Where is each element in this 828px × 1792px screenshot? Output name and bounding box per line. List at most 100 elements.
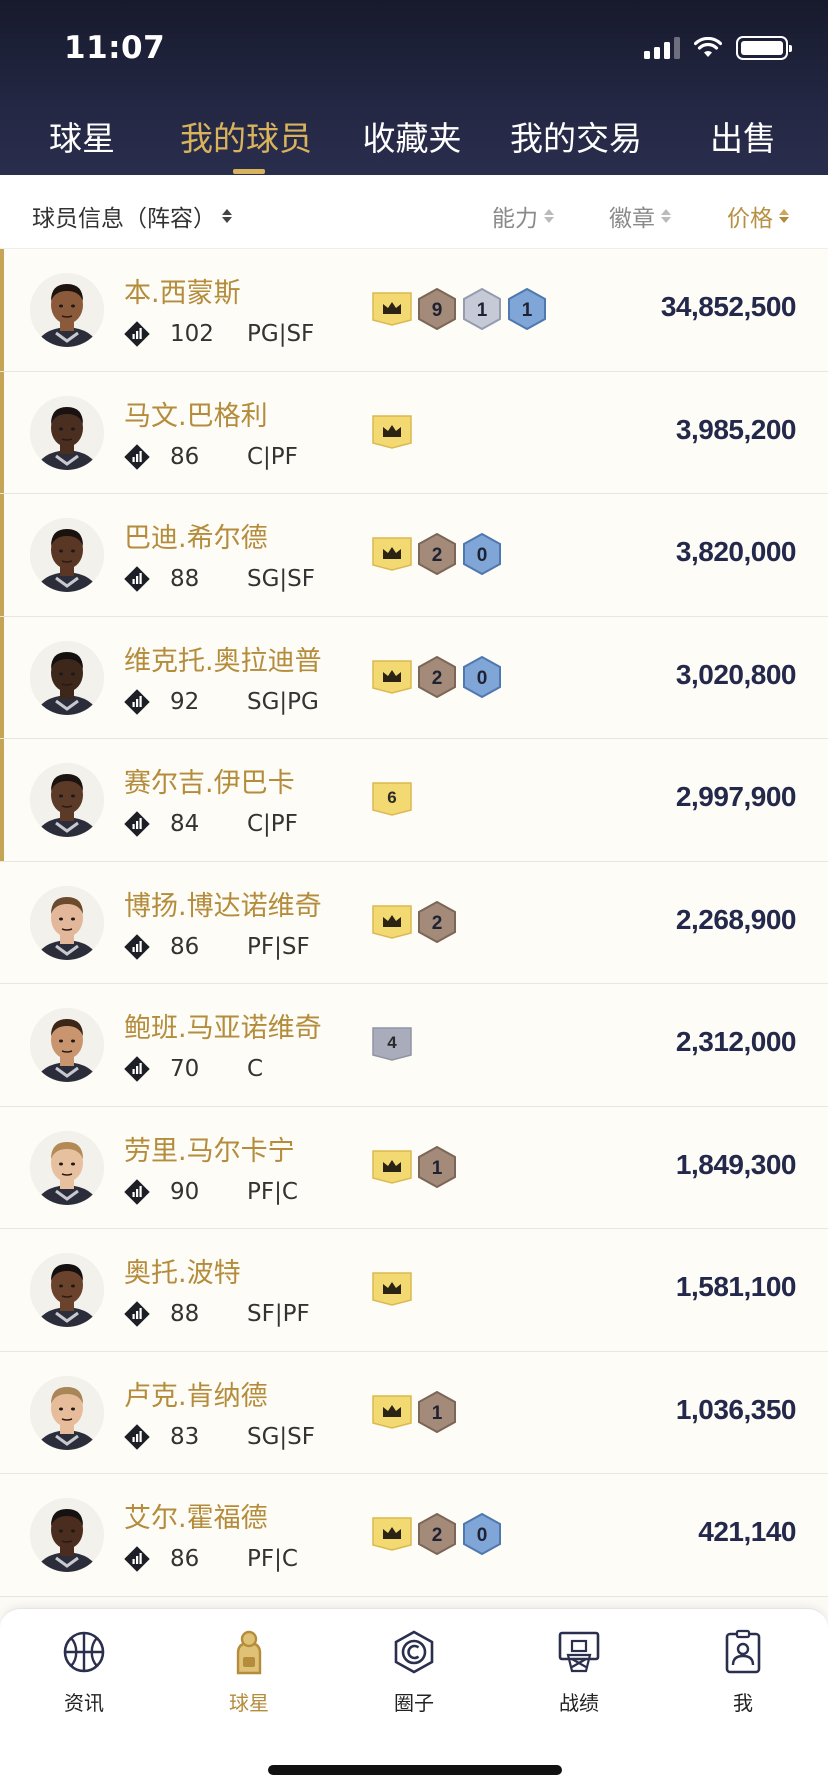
player-name[interactable]: 鲍班.马亚诺维奇: [124, 1006, 322, 1045]
active-tab-indicator: [233, 169, 265, 174]
player-price: 34,852,500: [660, 291, 797, 322]
player-name[interactable]: 本.西蒙斯: [124, 271, 241, 310]
rating-icon: [124, 688, 150, 715]
player-avatar: [30, 763, 104, 837]
sort-arrows-icon: [222, 209, 232, 223]
player-avatar: [30, 1253, 104, 1327]
crown-badge-icon: [372, 1149, 412, 1188]
player-name[interactable]: 博扬.博达诺维奇: [124, 884, 322, 923]
tab-sell[interactable]: 出售: [710, 112, 776, 160]
badge-count-value: 1: [432, 1403, 443, 1424]
bronze-badge-count-icon: 1: [417, 1145, 457, 1192]
player-rating: 88: [170, 566, 200, 592]
player-price: 421,140: [698, 1516, 796, 1547]
player-positions: C|PF: [247, 443, 298, 470]
player-rating: 92: [170, 688, 200, 715]
hoop-icon: [558, 1631, 600, 1673]
basketball-icon: [63, 1631, 105, 1673]
player-rating: 70: [170, 1056, 200, 1082]
nav-news[interactable]: 资讯: [34, 1629, 134, 1716]
status-time: 11:07: [64, 30, 166, 66]
home-indicator: [268, 1765, 562, 1775]
player-rating: 83: [170, 1423, 200, 1450]
crown-badge-icon: [372, 1394, 412, 1433]
crown-badge-icon: [372, 659, 412, 698]
badge-count-value: 0: [477, 668, 488, 689]
player-name[interactable]: 马文.巴格利: [124, 394, 268, 433]
player-name[interactable]: 巴迪.希尔德: [124, 516, 268, 555]
player-row[interactable]: 劳里.马尔卡宁 90 PF|C 1 1,849,300: [0, 1106, 828, 1229]
tab-my-players[interactable]: 我的球员: [180, 112, 312, 160]
player-row[interactable]: 卢克.肯纳德 83 SG|SF 1 1,036,350: [0, 1351, 828, 1474]
player-rating: 86: [170, 443, 200, 470]
player-positions: SG|SF: [247, 566, 316, 592]
level-badge-icon: 6: [372, 782, 412, 820]
status-bar: 11:07: [0, 0, 828, 100]
player-rating: 84: [170, 811, 200, 837]
player-row[interactable]: 维克托.奥拉迪普 92 SG|PG 2 0 3,020,800: [0, 616, 828, 739]
sort-arrows-icon: [779, 209, 789, 223]
player-rating: 86: [170, 933, 200, 960]
player-name[interactable]: 艾尔.霍福德: [124, 1496, 268, 1535]
badge-group: 4: [372, 1026, 412, 1066]
blue-badge-count-icon: 1: [507, 287, 547, 334]
player-rating: 102: [170, 321, 214, 347]
sort-bar: 球员信息（阵容） 能力 徽章 价格: [0, 175, 828, 249]
nav-stars[interactable]: 球星: [199, 1629, 299, 1716]
player-row[interactable]: 鲍班.马亚诺维奇 70 C 4 2,312,000: [0, 984, 828, 1107]
player-rating: 86: [170, 1546, 200, 1572]
player-row[interactable]: 艾尔.霍福德 86 PF|C 2 0 421,140: [0, 1474, 828, 1597]
player-positions: PF|SF: [247, 933, 310, 960]
player-row[interactable]: 马文.巴格利 86 C|PF 3,985,200: [0, 371, 828, 494]
player-price: 2,268,900: [675, 903, 797, 935]
nav-records-label: 战绩: [559, 1691, 599, 1715]
sort-badges[interactable]: 徽章: [609, 199, 671, 233]
nav-stars-label: 球星: [229, 1691, 269, 1715]
player-name[interactable]: 奥托.波特: [124, 1251, 241, 1290]
badge-group: 2 0: [372, 655, 502, 702]
player-name[interactable]: 维克托.奥拉迪普: [124, 639, 322, 678]
badge-group: 2 0: [372, 1512, 502, 1556]
player-name[interactable]: 劳里.马尔卡宁: [124, 1129, 295, 1168]
player-row[interactable]: 奥托.波特 88 SF|PF 1,581,100: [0, 1229, 828, 1352]
badge-group: 2 0: [372, 532, 502, 576]
sort-price[interactable]: 价格: [727, 199, 789, 233]
player-avatar: [30, 518, 104, 592]
badge-count-value: 2: [432, 1525, 443, 1546]
nav-records[interactable]: 战绩: [529, 1629, 629, 1716]
player-row[interactable]: 博扬.博达诺维奇 86 PF|SF 2 2,268,900: [0, 861, 828, 984]
player-positions: C|PF: [247, 811, 298, 837]
player-row[interactable]: 赛尔吉.伊巴卡 84 C|PF 6 2,997,900: [0, 739, 828, 862]
battery-icon: [736, 36, 792, 60]
badge-count-value: 2: [432, 545, 443, 566]
rating-icon: [124, 811, 150, 837]
badge-group: 6: [372, 781, 412, 821]
tab-favorites[interactable]: 收藏夹: [363, 112, 462, 160]
crown-badge-icon: [372, 537, 412, 575]
badge-group: [372, 1271, 412, 1311]
badge-group: 1: [372, 1390, 457, 1434]
player-rating: 88: [170, 1301, 200, 1327]
player-avatar: [30, 885, 104, 960]
player-name[interactable]: 卢克.肯纳德: [124, 1374, 268, 1413]
rating-icon: [124, 1546, 150, 1572]
profile-icon: [725, 1629, 761, 1674]
tab-my-trades[interactable]: 我的交易: [510, 112, 642, 160]
sort-ability[interactable]: 能力: [492, 199, 554, 233]
nav-circle[interactable]: 圈子: [364, 1629, 464, 1716]
tab-stars[interactable]: 球星: [49, 112, 115, 160]
player-row[interactable]: 本.西蒙斯 102 PG|SF 9 1 1 34,852,500: [0, 249, 828, 372]
player-positions: SG|PG: [247, 688, 319, 715]
nav-me[interactable]: 我: [693, 1629, 793, 1716]
blue-badge-count-icon: 0: [462, 655, 502, 702]
badge-count-value: 1: [432, 1158, 443, 1179]
sort-player-info[interactable]: 球员信息（阵容）: [32, 199, 232, 233]
player-row[interactable]: 巴迪.希尔德 88 SG|SF 2 0 3,820,000: [0, 494, 828, 617]
sort-ability-label: 能力: [492, 206, 538, 232]
player-avatar: [30, 1375, 104, 1450]
player-name[interactable]: 赛尔吉.伊巴卡: [124, 761, 295, 800]
status-icons: [644, 36, 792, 60]
player-price: 3,985,200: [675, 413, 797, 445]
badge-count-value: 2: [432, 668, 443, 689]
player-price: 2,997,900: [675, 781, 797, 812]
